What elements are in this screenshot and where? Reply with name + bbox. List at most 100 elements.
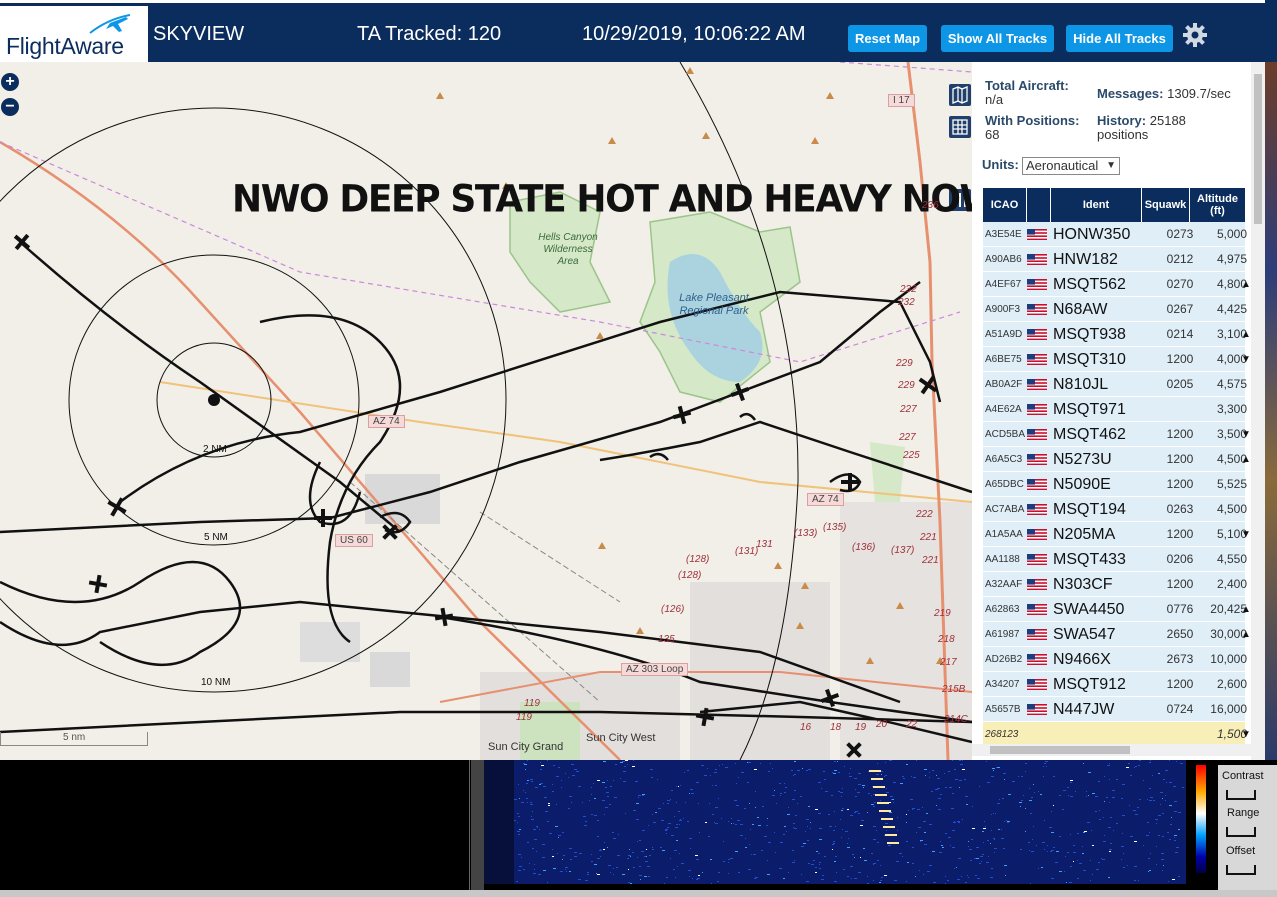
exit-number: 229 — [896, 358, 913, 369]
units-value: Aeronautical — [1026, 158, 1099, 173]
vertical-scrollbar[interactable] — [1251, 62, 1265, 760]
table-row[interactable]: A6A5C3 N5273U 1200 4,500 ▲ — [983, 447, 1251, 472]
zoom-in-button[interactable]: + — [1, 73, 19, 91]
pane-divider — [471, 760, 484, 890]
ident-cell: MSQT938 — [1053, 326, 1126, 343]
altitude-cell: 4,975 — [1216, 252, 1247, 266]
map-view[interactable]: + − NWO DEEP STATE HOT AND HEAVY NOW Hel… — [0, 62, 972, 760]
zoom-out-button[interactable]: − — [1, 98, 19, 116]
status-strip — [0, 890, 1277, 897]
app-name: SKYVIEW — [153, 23, 245, 45]
history-value: 25188 — [1149, 113, 1186, 128]
us-flag-icon — [1027, 654, 1047, 665]
icao-cell: AC7ABA — [985, 504, 1025, 515]
table-row[interactable]: A90AB6 HNW182 0212 4,975 — [983, 247, 1247, 272]
route-number: 131 — [756, 539, 773, 550]
table-row[interactable]: A65DBC N5090E 1200 5,525 — [983, 472, 1247, 497]
us-flag-icon — [1027, 454, 1047, 465]
us-flag-icon — [1027, 229, 1047, 240]
icao-cell: A65DBC — [985, 479, 1024, 490]
table-row[interactable]: AC7ABA MSQT194 0263 4,500 — [983, 497, 1247, 522]
range-label-2nm: 2 NM — [203, 444, 227, 455]
waterfall-controls: Contrast Range Offset — [1218, 765, 1277, 890]
grid-icon[interactable] — [949, 116, 971, 138]
us-flag-icon — [1027, 504, 1047, 515]
col-ident[interactable]: Ident — [1051, 188, 1142, 222]
az303-shield: AZ 303 Loop — [621, 663, 689, 676]
gear-icon[interactable] — [1182, 22, 1208, 48]
table-row[interactable]: A61987 SWA547 2650 30,000 ▲ — [983, 622, 1251, 647]
table-row[interactable]: AA1188 MSQT433 0206 4,550 — [983, 547, 1247, 572]
contrast-slider[interactable] — [1226, 790, 1256, 800]
icao-cell: A32AAF — [985, 579, 1023, 590]
map-layers-icon[interactable] — [949, 84, 971, 106]
ta-tracked-count: TA Tracked: 120 — [357, 23, 502, 45]
col-flag[interactable] — [1027, 188, 1051, 222]
contrast-label: Contrast — [1222, 770, 1264, 782]
messages-label: Messages: — [1097, 86, 1164, 101]
aircraft-panel: Total Aircraft: n/a Messages: 1309.7/sec … — [972, 62, 1265, 760]
icao-cell: A51A9D — [985, 329, 1023, 340]
table-row[interactable]: A6BE75 MSQT310 1200 4,000 ▼ — [983, 347, 1251, 372]
icao-cell: A62863 — [985, 604, 1020, 615]
table-row[interactable]: A32AAF N303CF 1200 2,400 — [983, 572, 1247, 597]
us-flag-icon — [1027, 679, 1047, 690]
scrollbar-thumb[interactable] — [990, 746, 1130, 754]
icao-cell: AA1188 — [985, 554, 1020, 565]
route-number: (137) — [891, 545, 915, 556]
horizontal-scrollbar[interactable] — [972, 744, 1251, 756]
spectrum-waterfall-window: Contrast Range Offset — [0, 760, 1277, 897]
table-row[interactable]: A4E62A MSQT971 3,300 — [983, 397, 1247, 422]
table-row[interactable]: ACD5BA MSQT462 1200 3,500 ▼ — [983, 422, 1251, 447]
show-all-tracks-button[interactable]: Show All Tracks — [941, 25, 1054, 52]
az74-shield: AZ 74 — [368, 415, 405, 428]
chevron-down-icon: ▼ — [1106, 160, 1116, 171]
flightaware-logo[interactable]: FlightAware — [0, 6, 148, 65]
col-icao[interactable]: ICAO — [983, 188, 1027, 222]
range-slider[interactable] — [1226, 827, 1256, 837]
table-row[interactable]: A51A9D MSQT938 0214 3,100 ▲ — [983, 322, 1251, 347]
route-number: 16 — [800, 722, 812, 733]
col-altitude[interactable]: Altitude (ft) — [1190, 188, 1245, 222]
altitude-cell: 3,500 — [1216, 427, 1247, 441]
icao-cell: A900F3 — [985, 304, 1021, 315]
icao-cell: A3E54E — [985, 229, 1022, 240]
table-row[interactable]: A1A5AA N205MA 1200 5,100 ▼ — [983, 522, 1251, 547]
exit-number: 227 — [899, 432, 916, 443]
ident-cell: N303CF — [1053, 576, 1113, 593]
offset-slider[interactable] — [1226, 865, 1256, 875]
table-row[interactable]: AD26B2 N9466X 2673 10,000 — [983, 647, 1247, 672]
scrollbar-thumb[interactable] — [1254, 74, 1262, 224]
with-positions-value: 68 — [985, 127, 1000, 142]
route-number: 22 — [906, 719, 918, 730]
table-header: ICAO Ident Squawk Altitude (ft) — [983, 188, 1245, 222]
icao-cell: A1A5AA — [985, 529, 1023, 540]
us-flag-icon — [1027, 404, 1047, 415]
icao-cell: A90AB6 — [985, 254, 1022, 265]
range-label-5nm: 5 NM — [204, 532, 228, 543]
altitude-cell: 10,000 — [1210, 652, 1247, 666]
table-row[interactable]: A5657B N447JW 0724 16,000 — [983, 697, 1247, 722]
route-number: (136) — [852, 542, 876, 553]
us-flag-icon — [1027, 529, 1047, 540]
table-row[interactable]: A900F3 N68AW 0267 4,425 — [983, 297, 1247, 322]
urban-block — [300, 622, 360, 662]
altitude-cell: 4,500 — [1216, 502, 1247, 516]
reset-map-button[interactable]: Reset Map — [848, 25, 927, 52]
hide-all-tracks-button[interactable]: Hide All Tracks — [1066, 25, 1173, 52]
table-row[interactable]: A62863 SWA4450 0776 20,425 ▲ — [983, 597, 1251, 622]
with-positions-label: With Positions: — [985, 113, 1080, 128]
table-row[interactable]: AB0A2F N810JL 0205 4,575 — [983, 372, 1247, 397]
exit-number: 222 — [916, 509, 933, 520]
exit-number: 221 — [920, 532, 937, 543]
units-select[interactable]: Aeronautical ▼ — [1022, 157, 1120, 175]
map-canvas[interactable] — [0, 62, 972, 760]
altitude-trend-icon: ▲ — [1241, 454, 1251, 465]
exit-number: 219 — [934, 608, 951, 619]
table-row[interactable]: A34207 MSQT912 1200 2,600 — [983, 672, 1247, 697]
table-row[interactable]: A3E54E HONW350 0273 5,000 — [983, 222, 1247, 247]
col-squawk[interactable]: Squawk — [1142, 188, 1190, 222]
ident-cell: N5273U — [1053, 451, 1112, 468]
aircraft-table: ICAO Ident Squawk Altitude (ft) A3E54E HON… — [983, 188, 1251, 747]
table-row[interactable]: A4EF67 MSQT562 0270 4,800 ▲ — [983, 272, 1251, 297]
